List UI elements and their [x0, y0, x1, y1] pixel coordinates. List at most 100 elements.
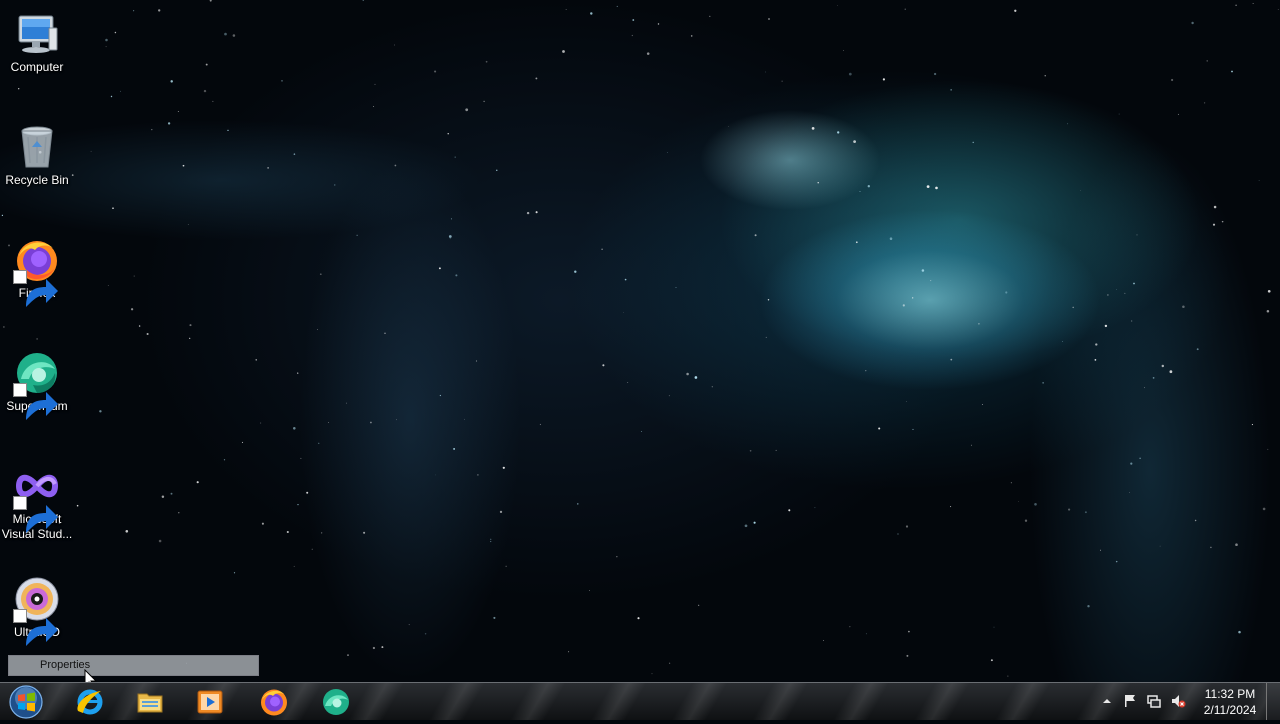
star: [130, 308, 134, 311]
star: [842, 50, 844, 52]
star: [158, 9, 161, 12]
star: [668, 662, 671, 664]
star: [765, 336, 767, 338]
desktop-icon-computer[interactable]: Computer: [0, 4, 74, 75]
star: [905, 401, 907, 402]
star: [539, 423, 541, 426]
network-icon[interactable]: [1146, 693, 1162, 709]
star: [384, 332, 386, 334]
star: [865, 370, 867, 372]
star: [394, 164, 397, 167]
star: [921, 269, 925, 272]
star: [1194, 519, 1197, 522]
star: [1159, 545, 1161, 547]
start-button[interactable]: [7, 685, 45, 719]
show-hidden-icons-arrow[interactable]: [1099, 693, 1115, 709]
system-clock[interactable]: 11:32 PM 2/11/2024: [1200, 686, 1260, 718]
desktop-icon-supermium[interactable]: Supermium: [0, 343, 74, 420]
star: [1072, 306, 1074, 309]
star: [623, 312, 624, 314]
star: [889, 237, 893, 240]
star: [1262, 507, 1266, 511]
star: [321, 532, 323, 534]
star: [814, 507, 816, 509]
star: [76, 504, 79, 507]
star: [146, 332, 149, 336]
star: [158, 539, 162, 543]
star: [588, 589, 590, 591]
star: [1139, 457, 1141, 459]
desktop-icon-ultraiso[interactable]: UltraISO: [0, 569, 74, 646]
taskbar-firefox[interactable]: [254, 685, 294, 719]
desktop-icon-visual-studio[interactable]: Microsoft Visual Stud...: [0, 456, 74, 542]
star: [906, 654, 909, 657]
desktop-icon-firefox[interactable]: Firefox: [0, 230, 74, 307]
star: [505, 565, 507, 567]
taskbar-media-player[interactable]: [190, 685, 230, 719]
star: [224, 32, 227, 36]
star: [627, 382, 629, 383]
taskbar-windows-explorer[interactable]: [130, 685, 170, 719]
taskbar-internet-explorer[interactable]: [70, 685, 110, 719]
star: [1080, 190, 1081, 191]
star: [1094, 359, 1097, 361]
desktop-background[interactable]: Computer Recycle Bin Visual Stud... Prop…: [0, 0, 1280, 682]
star: [788, 509, 791, 512]
clock-time: 11:32 PM: [1204, 687, 1256, 701]
context-menu-item-label: Properties: [40, 659, 91, 671]
star: [775, 449, 777, 451]
star: [110, 95, 113, 98]
volume-muted-icon[interactable]: [1170, 693, 1186, 709]
star: [668, 395, 670, 397]
star: [565, 9, 567, 10]
star: [241, 441, 244, 443]
star: [859, 191, 861, 192]
desktop-icon-recycle-bin[interactable]: Recycle Bin: [0, 117, 74, 188]
star: [170, 492, 173, 495]
star: [455, 274, 458, 277]
star: [18, 88, 20, 90]
star: [114, 31, 117, 34]
star: [837, 131, 840, 134]
star: [477, 474, 479, 476]
star: [930, 280, 932, 282]
star: [970, 444, 972, 446]
action-center-flag-icon[interactable]: [1122, 693, 1138, 709]
star: [568, 651, 570, 653]
star: [105, 46, 107, 48]
star: [374, 83, 376, 85]
star: [1203, 102, 1206, 104]
star: [744, 524, 748, 528]
star: [637, 617, 640, 620]
desktop-icon-label: Recycle Bin: [5, 173, 69, 187]
star: [227, 129, 229, 132]
star: [908, 630, 910, 633]
show-desktop-button[interactable]: [1266, 683, 1280, 720]
taskbar-supermium[interactable]: [316, 685, 356, 719]
star: [865, 633, 867, 635]
star: [1034, 502, 1037, 506]
star: [1277, 9, 1279, 11]
star: [1062, 340, 1064, 342]
star: [1213, 205, 1217, 209]
star: [372, 646, 376, 650]
star: [878, 427, 881, 430]
star: [233, 572, 236, 574]
star: [1177, 113, 1179, 115]
star: [475, 360, 478, 362]
star: [447, 133, 449, 135]
taskbar: 11:32 PM 2/11/2024: [0, 682, 1280, 720]
star: [781, 80, 783, 82]
context-menu-properties[interactable]: Properties: [8, 655, 259, 676]
star: [107, 285, 109, 286]
star: [616, 556, 618, 558]
star: [328, 422, 330, 423]
star: [189, 337, 191, 339]
star: [450, 218, 452, 220]
star: [1196, 348, 1199, 351]
star: [1129, 491, 1130, 493]
star: [1130, 462, 1133, 465]
star: [232, 34, 236, 37]
star: [189, 324, 192, 327]
star: [196, 481, 199, 484]
